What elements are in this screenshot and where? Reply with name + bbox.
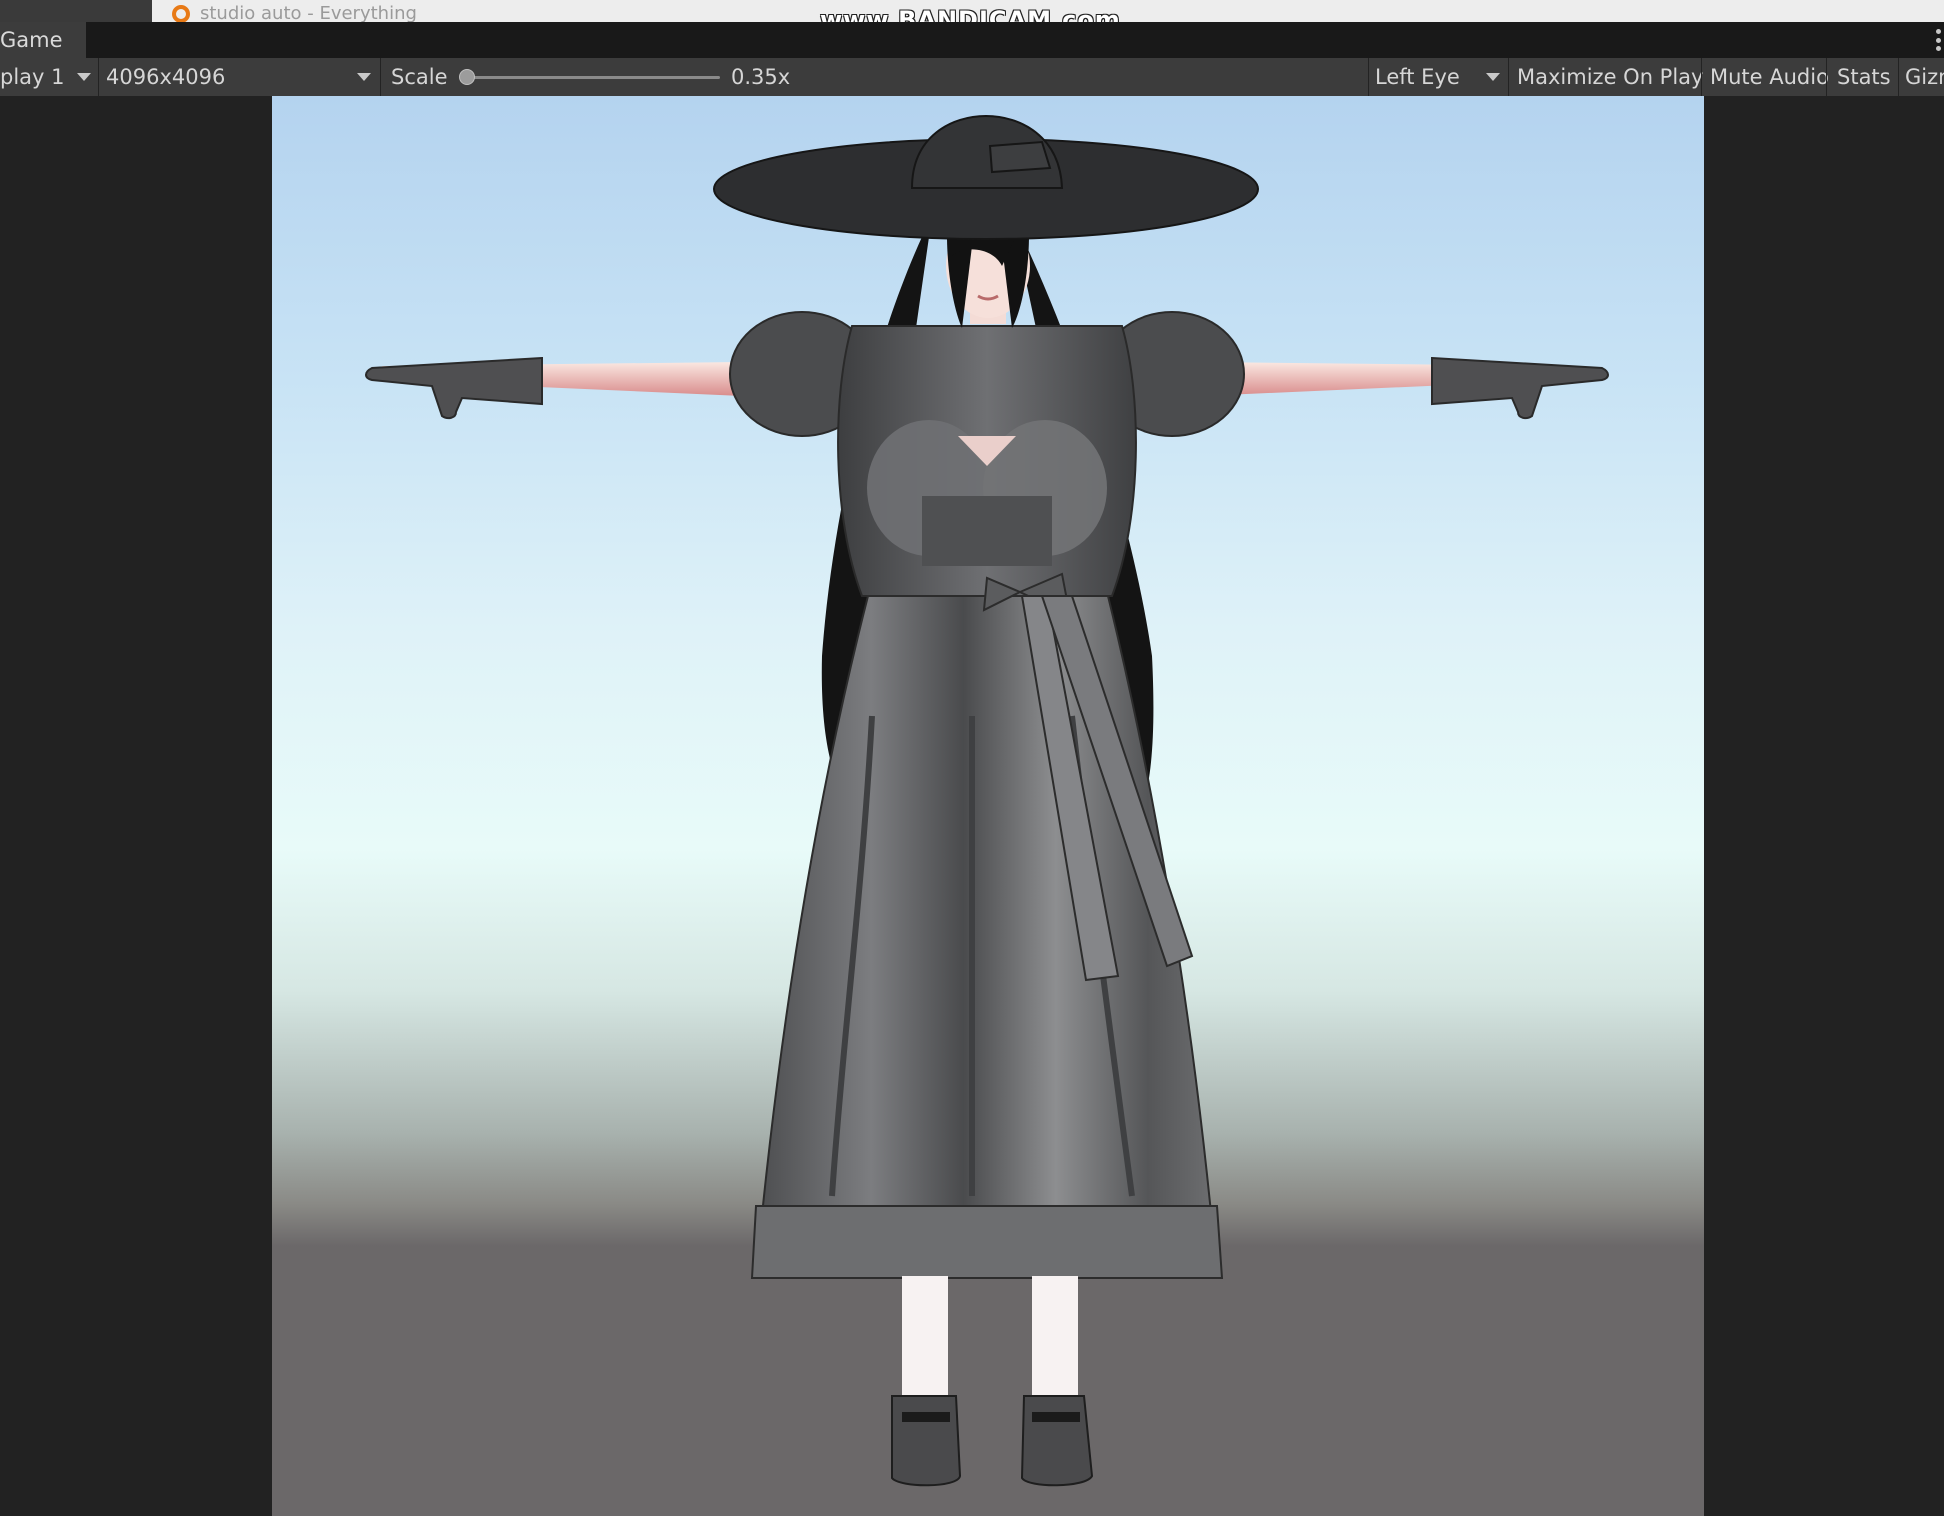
eye-dropdown[interactable]: Left Eye bbox=[1375, 58, 1460, 96]
chevron-down-icon[interactable] bbox=[1486, 73, 1500, 81]
stats-label: Stats bbox=[1837, 65, 1891, 89]
scale-label: Scale bbox=[391, 65, 448, 89]
eye-dropdown-label: Left Eye bbox=[1375, 65, 1460, 89]
chevron-down-icon[interactable] bbox=[357, 73, 371, 81]
taskbar-tab-label[interactable]: studio auto - Everything bbox=[200, 3, 417, 22]
resolution-dropdown[interactable]: 4096x4096 bbox=[106, 58, 225, 96]
window-tab-bar: Game bbox=[0, 22, 1944, 58]
maximize-on-play-label: Maximize On Play bbox=[1517, 65, 1704, 89]
stats-toggle[interactable]: Stats bbox=[1837, 58, 1891, 96]
chevron-down-icon[interactable] bbox=[77, 73, 91, 81]
display-dropdown[interactable]: play 1 bbox=[0, 58, 65, 96]
scale-value: 0.35x bbox=[731, 65, 791, 89]
kebab-menu-icon[interactable] bbox=[1936, 29, 1942, 51]
gizmos-label: Gizn bbox=[1905, 65, 1944, 89]
mute-audio-toggle[interactable]: Mute Audio bbox=[1710, 58, 1829, 96]
scale-slider-handle[interactable] bbox=[459, 69, 476, 85]
character-figure bbox=[365, 114, 1609, 1487]
tab-game-label: Game bbox=[0, 28, 63, 52]
scene-render bbox=[365, 114, 1609, 1487]
mute-audio-label: Mute Audio bbox=[1710, 65, 1829, 89]
maximize-on-play-toggle[interactable]: Maximize On Play bbox=[1517, 58, 1703, 96]
taskbar-tab-active[interactable] bbox=[0, 0, 152, 22]
app-icon bbox=[172, 5, 190, 22]
game-toolbar: play 1 4096x4096 Scale 0.35x Left Eye Ma… bbox=[0, 58, 1944, 97]
display-dropdown-label: play 1 bbox=[0, 65, 65, 89]
resolution-dropdown-label: 4096x4096 bbox=[106, 65, 226, 89]
game-viewport[interactable] bbox=[272, 96, 1704, 1516]
scale-slider-track[interactable] bbox=[462, 76, 720, 79]
tab-game[interactable]: Game bbox=[0, 22, 86, 58]
gizmos-toggle[interactable]: Gizn bbox=[1905, 58, 1944, 96]
